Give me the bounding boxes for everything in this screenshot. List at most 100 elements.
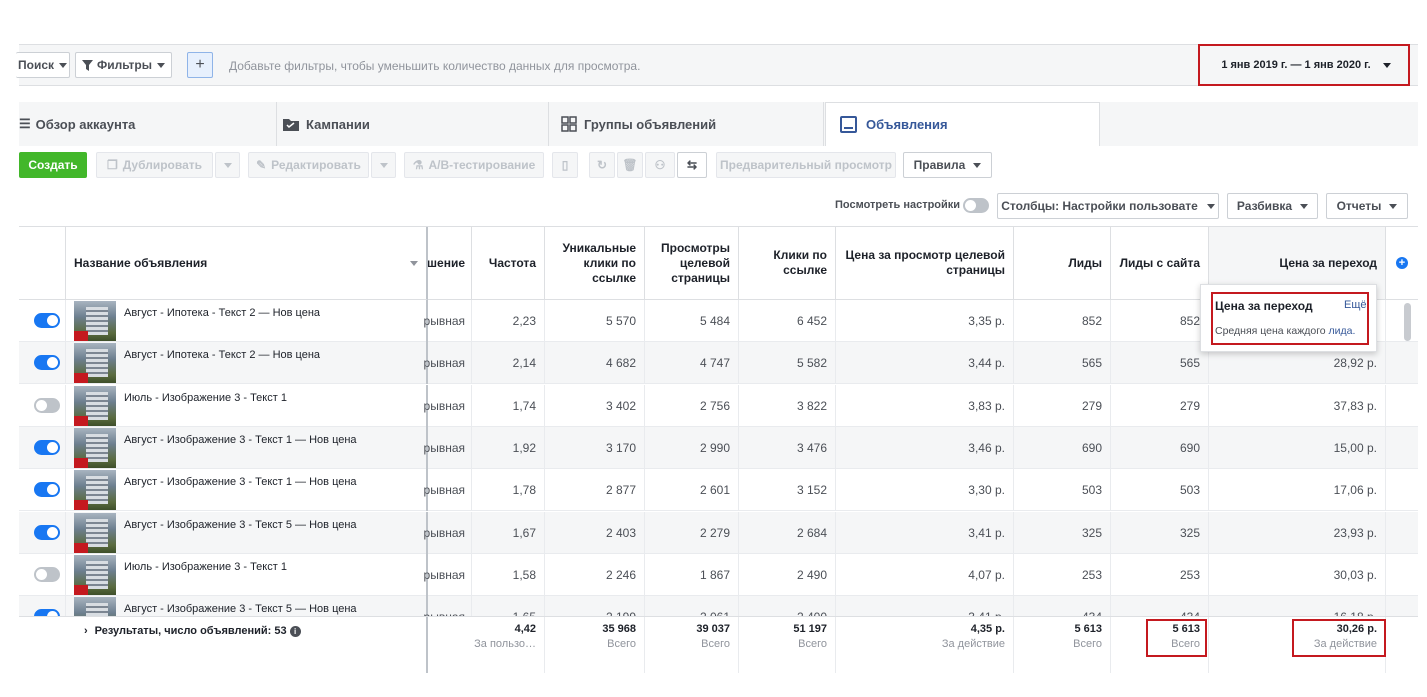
name-cell[interactable]: Август - Ипотека - Текст 2 — Нов цена xyxy=(66,342,428,385)
toggle-cell xyxy=(19,426,66,469)
search-dropdown[interactable]: Поиск xyxy=(16,52,70,78)
tab-account-overview[interactable]: ☰ Обзор аккаунта xyxy=(19,102,277,146)
add-filter-button[interactable]: + xyxy=(187,52,213,78)
header-label: Цена за просмотр целевой страницы xyxy=(845,248,1006,277)
landing-views-cell: 2 279 xyxy=(645,511,739,554)
clipboard-button[interactable]: ▯ xyxy=(552,152,578,178)
view-settings-toggle[interactable] xyxy=(963,198,989,213)
cost-per-view-cell: 3,30 р. xyxy=(836,469,1014,512)
summary-label-cell[interactable]: › Результаты, число объявлений: 53 i xyxy=(66,617,428,673)
ab-test-button[interactable]: ⚗ A/B-тестирование xyxy=(404,152,544,178)
status-column-header[interactable]: шение xyxy=(428,227,472,300)
table-row[interactable]: Август - Изображение 3 - Текст 1 — Нов ц… xyxy=(19,426,1418,469)
add-column-header[interactable]: + xyxy=(1386,227,1418,300)
table-row[interactable]: Август - Изображение 3 - Текст 5 — Нов ц… xyxy=(19,596,1418,616)
summary-value: 5 613 xyxy=(1074,623,1102,635)
site-leads-cell: 503 xyxy=(1111,469,1209,512)
filters-dropdown[interactable]: Фильтры xyxy=(75,52,172,78)
cell-value: 3 402 xyxy=(605,398,636,413)
tab-campaigns[interactable]: Кампании xyxy=(277,102,549,146)
info-icon[interactable]: i xyxy=(289,625,301,637)
table-scrollbar[interactable] xyxy=(1404,303,1411,341)
cost-per-view-cell: 3,83 р. xyxy=(836,384,1014,427)
ad-thumbnail xyxy=(74,597,116,616)
ad-thumbnail xyxy=(74,385,116,426)
name-cell[interactable]: Август - Изображение 3 - Текст 1 — Нов ц… xyxy=(66,469,428,512)
cost-per-view-cell: 3,46 р. xyxy=(836,426,1014,469)
frequency-column-header[interactable]: Частота xyxy=(472,227,545,300)
folder-icon xyxy=(283,118,299,131)
site-leads-cell: 565 xyxy=(1111,342,1209,385)
name-cell[interactable]: Август - Изображение 3 - Текст 1 — Нов ц… xyxy=(66,426,428,469)
tooltip-more-link[interactable]: Ещё xyxy=(1344,299,1367,311)
cell-value: рывная xyxy=(423,483,465,498)
toggle-knob xyxy=(47,441,58,453)
table-row[interactable]: Август - Изображение 3 - Текст 5 — Нов ц… xyxy=(19,511,1418,554)
ad-icon xyxy=(840,116,857,133)
toggle-cell xyxy=(19,384,66,427)
summary-value: 4,35 р. xyxy=(970,623,1005,635)
link-clicks-cell: 3 152 xyxy=(739,469,836,512)
landing-views-column-header[interactable]: Просмотры целевой страницы xyxy=(645,227,739,300)
cost-per-view-column-header[interactable]: Цена за просмотр целевой страницы xyxy=(836,227,1014,300)
ad-status-toggle[interactable] xyxy=(34,313,60,328)
edit-button[interactable]: ✎ Редактировать xyxy=(248,152,369,178)
cell-value: 3,35 р. xyxy=(968,314,1005,328)
ad-thumbnail xyxy=(74,470,116,511)
ad-status-toggle[interactable] xyxy=(34,609,60,616)
reports-dropdown[interactable]: Отчеты xyxy=(1326,193,1408,219)
chevron-down-icon xyxy=(157,62,166,68)
link-clicks-column-header[interactable]: Клики по ссылке xyxy=(739,227,836,300)
name-cell[interactable]: Август - Изображение 3 - Текст 5 — Нов ц… xyxy=(66,511,428,554)
unique-clicks-cell: 2 246 xyxy=(545,553,645,596)
ad-status-toggle[interactable] xyxy=(34,355,60,371)
cost-per-view-cell: 3,41 р. xyxy=(836,596,1014,616)
ad-status-toggle[interactable] xyxy=(34,524,60,540)
toggle-knob xyxy=(47,357,58,369)
header-label: шение xyxy=(428,255,465,270)
ad-status-toggle[interactable] xyxy=(34,439,60,455)
breakdown-dropdown[interactable]: Разбивка xyxy=(1227,193,1318,219)
table-row[interactable]: Июль - Изображение 3 - Текст 1 рывная 1,74… xyxy=(19,384,1418,427)
site-leads-column-header[interactable]: Лиды с сайта xyxy=(1111,227,1209,300)
duplicate-menu-button[interactable] xyxy=(215,152,240,178)
cell-value: 6 452 xyxy=(796,314,827,328)
columns-dropdown[interactable]: Столбцы: Настройки пользовате xyxy=(997,193,1219,219)
preview-button[interactable]: Предварительный просмотр xyxy=(716,152,896,178)
table-row[interactable]: Июль - Изображение 3 - Текст 1 рывная 1,58… xyxy=(19,553,1418,596)
unique-clicks-cell: 5 570 xyxy=(545,300,645,342)
header-label: Лиды xyxy=(1068,255,1102,270)
duplicate-button[interactable]: ❐ Дублировать xyxy=(96,152,213,178)
cell-value: 1,58 xyxy=(512,567,536,582)
ad-status-toggle[interactable] xyxy=(34,566,60,582)
edit-menu-button[interactable] xyxy=(371,152,396,178)
ad-status-toggle[interactable] xyxy=(34,397,60,413)
delete-button[interactable]: 🗑 xyxy=(617,152,643,178)
tab-ad-sets[interactable]: Группы объявлений xyxy=(549,102,824,146)
ad-name: Август - Ипотека - Текст 2 — Нов цена xyxy=(124,307,321,319)
status-cell: рывная xyxy=(424,511,472,554)
name-cell[interactable]: Июль - Изображение 3 - Текст 1 xyxy=(66,384,428,427)
table-row[interactable]: Август - Изображение 3 - Текст 1 — Нов ц… xyxy=(19,469,1418,512)
tooltip-lead-link[interactable]: лида. xyxy=(1329,325,1356,337)
undo-button[interactable]: ↻ xyxy=(589,152,615,178)
name-cell[interactable]: Август - Ипотека - Текст 2 — Нов цена xyxy=(66,300,428,342)
unique-clicks-column-header[interactable]: Уникальные клики по ссылке xyxy=(545,227,645,300)
summary-sub: За действие xyxy=(941,638,1005,650)
audience-button[interactable]: ⚇ xyxy=(645,152,675,178)
ad-status-toggle[interactable] xyxy=(34,482,60,498)
ad-name: Август - Изображение 3 - Текст 5 — Нов ц… xyxy=(124,518,357,531)
share-preview-button[interactable]: ⇆ xyxy=(677,152,707,178)
name-cell[interactable]: Июль - Изображение 3 - Текст 1 xyxy=(66,553,428,596)
name-cell[interactable]: Август - Изображение 3 - Текст 5 — Нов ц… xyxy=(66,596,428,616)
breakdown-label: Разбивка xyxy=(1236,199,1293,213)
search-label: Поиск xyxy=(17,58,54,72)
cost-per-result-cell: 17,06 р. xyxy=(1209,469,1386,512)
cell-value: 852 xyxy=(1081,314,1102,328)
add-column-icon: + xyxy=(1396,257,1408,269)
rules-dropdown[interactable]: Правила xyxy=(903,152,992,178)
create-button[interactable]: Создать xyxy=(19,152,87,178)
tab-ads[interactable]: Объявления xyxy=(825,102,1100,146)
leads-column-header[interactable]: Лиды xyxy=(1014,227,1111,300)
name-column-header[interactable]: Название объявления xyxy=(66,227,428,300)
